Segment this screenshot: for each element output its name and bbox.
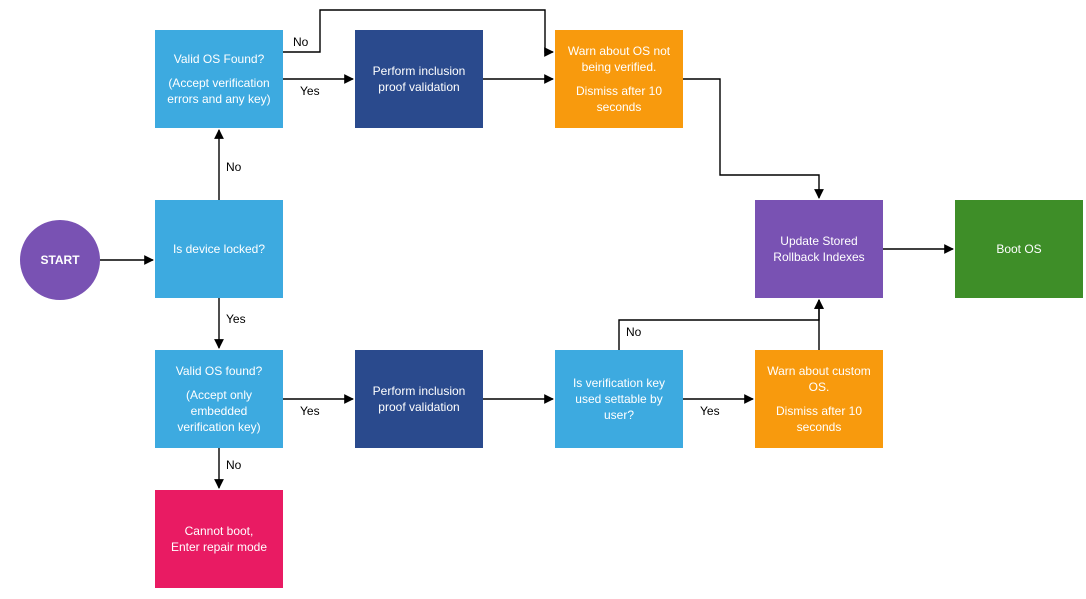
- label-valemb-yes: Yes: [300, 404, 320, 418]
- text: START: [40, 252, 79, 268]
- text: Is verification key used settable by use…: [561, 375, 677, 424]
- node-user-key: Is verification key used settable by use…: [555, 350, 683, 448]
- label-userkey-no: No: [626, 325, 641, 339]
- node-warn-custom: Warn about custom OS. Dismiss after 10 s…: [755, 350, 883, 448]
- label-valany-yes: Yes: [300, 84, 320, 98]
- text: Boot OS: [996, 241, 1041, 257]
- line1: Warn about custom OS.: [761, 363, 877, 395]
- diagram-viewport: No Yes Yes No Yes No Yes No START Is dev…: [0, 0, 1086, 599]
- node-rollback: Update Stored Rollback Indexes: [755, 200, 883, 298]
- node-boot: Boot OS: [955, 200, 1083, 298]
- node-proof-top: Perform inclusion proof validation: [355, 30, 483, 128]
- line1: Warn about OS not being verified.: [561, 43, 677, 75]
- label-locked-no: No: [226, 160, 241, 174]
- label-valany-no: No: [293, 35, 308, 49]
- node-repair: Cannot boot, Enter repair mode: [155, 490, 283, 588]
- text: Perform inclusion proof validation: [361, 63, 477, 95]
- line2: (Accept only embedded verification key): [161, 387, 277, 436]
- text: Cannot boot, Enter repair mode: [171, 523, 267, 555]
- node-proof-bot: Perform inclusion proof validation: [355, 350, 483, 448]
- line1: Valid OS Found?: [174, 51, 265, 67]
- label-valemb-no: No: [226, 458, 241, 472]
- node-warn-unverified: Warn about OS not being verified. Dismis…: [555, 30, 683, 128]
- line2: Dismiss after 10 seconds: [761, 403, 877, 435]
- label-userkey-yes: Yes: [700, 404, 720, 418]
- edge-warn-rollback: [683, 79, 819, 198]
- text: Perform inclusion proof validation: [361, 383, 477, 415]
- label-locked-yes: Yes: [226, 312, 246, 326]
- node-valid-embedded: Valid OS found? (Accept only embedded ve…: [155, 350, 283, 448]
- node-start: START: [20, 220, 100, 300]
- line2: (Accept verification errors and any key): [161, 75, 277, 107]
- node-locked: Is device locked?: [155, 200, 283, 298]
- node-valid-any-key: Valid OS Found? (Accept verification err…: [155, 30, 283, 128]
- line2: Dismiss after 10 seconds: [561, 83, 677, 115]
- edge-userkey-no: [619, 300, 819, 350]
- text: Update Stored Rollback Indexes: [761, 233, 877, 265]
- line1: Valid OS found?: [176, 363, 263, 379]
- text: Is device locked?: [173, 241, 265, 257]
